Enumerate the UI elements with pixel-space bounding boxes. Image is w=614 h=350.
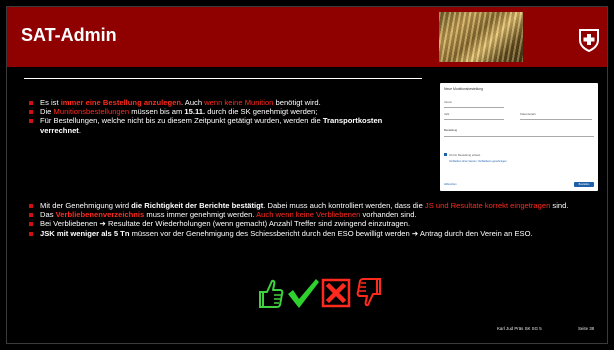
- bullet-text-segment: Mit der Genehmigung wird: [40, 201, 132, 210]
- footer-page-number: Seite 38: [578, 326, 595, 331]
- dialog-checkbox[interactable]: [444, 153, 447, 156]
- thumbs-down-icon: [356, 278, 381, 307]
- bullet-text-segment: durch die SK genehmigt werden;: [205, 107, 318, 117]
- bullet-list-bottom: Mit der Genehmigung wird die Richtigkeit…: [27, 201, 587, 238]
- bullet-text-segment: müssen bis am: [129, 107, 185, 117]
- bullet-item: Mit der Genehmigung wird die Richtigkeit…: [27, 201, 587, 210]
- bullet-item: Das Verbliebenenverzeichnis muss immer g…: [27, 210, 587, 219]
- dialog-submit-button[interactable]: Bestellen: [574, 182, 594, 187]
- bullet-text-segment: Bei Verbliebenen ➔ Resultate der Wiederh…: [40, 219, 411, 229]
- bullet-text-segment: muss immer genehmigt werden.: [144, 210, 257, 220]
- bullet-text-segment: 15.11.: [184, 107, 206, 117]
- cross-box-icon: [321, 278, 351, 308]
- bullet-item: Bei Verbliebenen ➔ Resultate der Wiederh…: [27, 219, 587, 228]
- dialog-field-kalenderjahr[interactable]: [520, 116, 592, 120]
- dialog-checkbox-label: Ich bin Bestellung erfasst: [449, 153, 481, 157]
- bullet-text-segment: wenn keine Munition: [204, 98, 274, 107]
- dialog-cancel-link[interactable]: Abbrechen: [444, 183, 457, 186]
- bullet-text-segment: die Richtigkeit der Berichte bestätigt: [131, 201, 264, 210]
- bullet-item: Es ist immer eine Bestellung anzulegen. …: [27, 98, 397, 107]
- slide-title: SAT-Admin: [21, 25, 117, 45]
- title-divider: [24, 78, 422, 79]
- bullet-item: Die Munitionsbestellungen müssen bis am …: [27, 107, 397, 116]
- bullet-text-segment: Auch wenn keine Verbliebenen: [256, 210, 361, 220]
- bullet-text-segment: Munitionsbestellungen: [53, 107, 130, 117]
- bullet-text-segment: müssen vor der Genehmigung des Schiessbe…: [129, 228, 533, 238]
- bullet-item: Für Bestellungen, welche nicht bis zu di…: [27, 116, 397, 135]
- order-dialog-screenshot: Neue Munitionsbestellung Verein Jahr Kal…: [440, 83, 598, 191]
- bullet-text-segment: benötigt wird.: [273, 98, 321, 107]
- bullet-text-segment: vorhanden sind.: [360, 210, 417, 220]
- checkmark-icon: [288, 279, 319, 308]
- bullet-text-segment: Verbliebenenverzeichnis: [55, 210, 145, 220]
- bullet-text-segment: JS und Resultate korrekt eingetragen: [424, 201, 551, 210]
- bullet-text-segment: immer eine Bestellung anzulegen: [60, 98, 181, 107]
- dialog-field-verein[interactable]: [444, 104, 504, 108]
- bullet-text-segment: . Dabei muss auch kontrolliert werden, d…: [263, 201, 425, 210]
- bullet-text-segment: Es ist: [40, 98, 61, 107]
- dialog-field-bestellung[interactable]: [444, 133, 594, 137]
- dialog-title: Neue Munitionsbestellung: [444, 87, 484, 91]
- header-bar: SAT-Admin: [7, 7, 607, 67]
- bullet-text-segment: Die: [40, 107, 54, 117]
- header-photo: [439, 12, 523, 62]
- dialog-section-label: Bestellung: [444, 128, 458, 132]
- bullet-text-segment: Das: [40, 210, 56, 220]
- bullet-list-top: Es ist immer eine Bestellung anzulegen. …: [27, 98, 397, 135]
- thumbs-up-icon: [259, 279, 284, 308]
- swiss-shield-icon: [579, 29, 599, 52]
- icon-row: [258, 277, 388, 309]
- bullet-text-segment: JSK mit weniger als 5 Tn: [40, 228, 130, 238]
- footer-author: Karl Jud Präs SK SG 5: [497, 326, 542, 331]
- bullet-item: JSK mit weniger als 5 Tn müssen vor der …: [27, 229, 587, 238]
- bullet-text-segment: . Auch: [180, 98, 205, 107]
- dialog-field-jahr[interactable]: [444, 116, 504, 120]
- bullet-text-segment: sind.: [550, 201, 569, 210]
- dialog-link[interactable]: Verbleiben ohne Verein / Verbleibens gen…: [449, 160, 507, 163]
- bullet-text-segment: Für Bestellungen, welche nicht bis zu di…: [40, 116, 323, 126]
- slide: SAT-Admin Es ist immer eine Bestellung a…: [0, 0, 614, 350]
- bullet-text-segment: .: [78, 125, 81, 135]
